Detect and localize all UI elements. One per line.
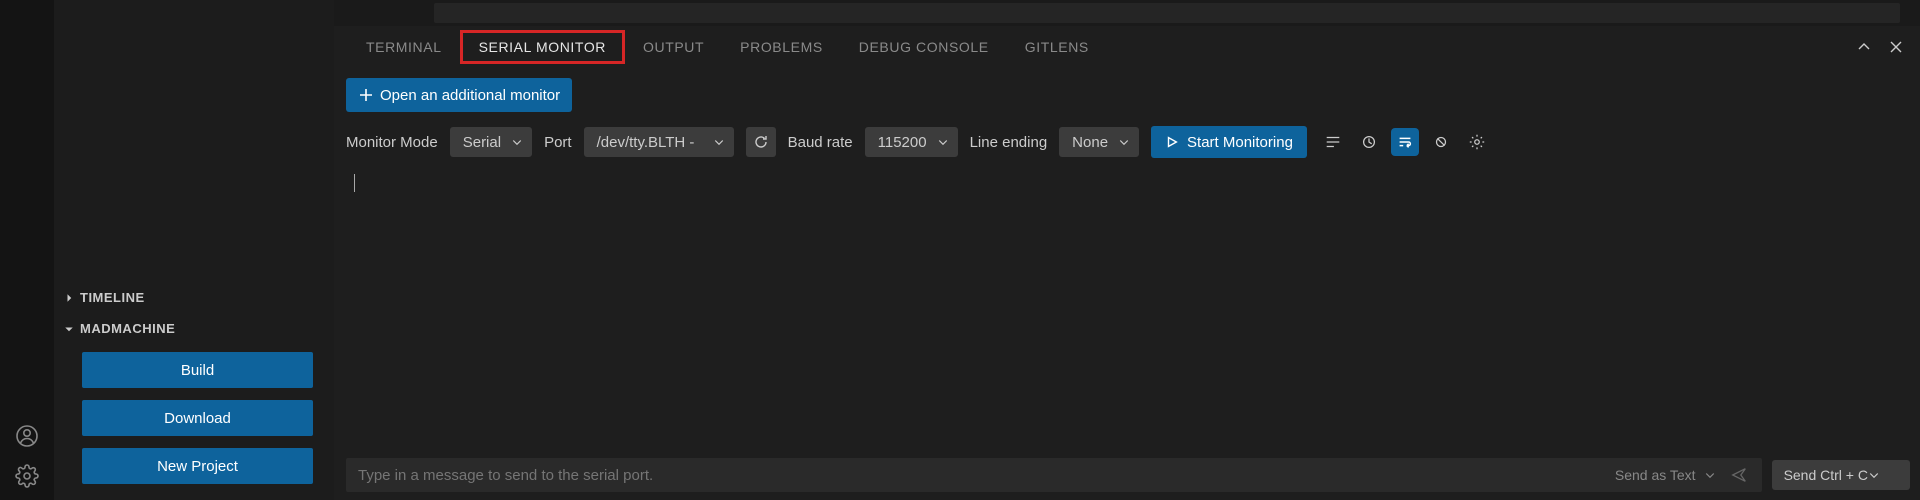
chevron-down-icon: [62, 322, 76, 336]
line-ending-value: None: [1072, 134, 1108, 151]
monitor-mode-label: Monitor Mode: [346, 134, 438, 151]
gear-icon[interactable]: [13, 462, 41, 490]
toggle-wrap-icon[interactable]: [1391, 128, 1419, 156]
serial-monitor-toolbar-top: Open an additional monitor: [334, 68, 1920, 120]
editor-area: [334, 0, 1920, 26]
tab-problems[interactable]: PROBLEMS: [722, 31, 841, 63]
madmachine-buttons: Build Download New Project: [54, 340, 333, 496]
serial-monitor-controls: Monitor Mode Serial Port /dev/tty.BLTH -…: [334, 120, 1920, 170]
baud-select[interactable]: 115200: [865, 127, 958, 157]
monitor-mode-value: Serial: [463, 134, 501, 151]
send-ctrl-c-button[interactable]: Send Ctrl + C: [1772, 460, 1910, 490]
text-cursor: [354, 174, 355, 192]
panel-maximize-icon[interactable]: [1854, 37, 1874, 57]
line-ending-label: Line ending: [970, 134, 1048, 151]
timeline-header[interactable]: TIMELINE: [54, 286, 333, 309]
tab-terminal[interactable]: TERMINAL: [348, 31, 460, 63]
port-label: Port: [544, 134, 572, 151]
start-monitoring-label: Start Monitoring: [1187, 134, 1293, 151]
new-project-button[interactable]: New Project: [82, 448, 313, 484]
chevron-down-icon: [511, 136, 523, 148]
port-select[interactable]: /dev/tty.BLTH -: [584, 127, 734, 157]
chevron-right-icon: [62, 291, 76, 305]
panel-tab-actions: [1854, 37, 1906, 57]
madmachine-label: MADMACHINE: [80, 321, 175, 336]
monitor-mode-select[interactable]: Serial: [450, 127, 532, 157]
chevron-down-icon: [713, 136, 725, 148]
message-input[interactable]: [358, 467, 1615, 484]
play-icon: [1165, 135, 1179, 149]
port-value: /dev/tty.BLTH -: [597, 134, 695, 151]
serial-input-row: Send as Text Send Ctrl + C: [334, 450, 1920, 500]
chevron-down-icon: [1118, 136, 1130, 148]
open-additional-monitor-label: Open an additional monitor: [380, 87, 560, 104]
refresh-port-button[interactable]: [746, 127, 776, 157]
download-button[interactable]: Download: [82, 400, 313, 436]
build-button[interactable]: Build: [82, 352, 313, 388]
baud-label: Baud rate: [788, 134, 853, 151]
line-ending-select[interactable]: None: [1059, 127, 1139, 157]
clear-output-icon[interactable]: [1427, 128, 1455, 156]
serial-monitor-icon-row: [1319, 128, 1491, 156]
accounts-icon[interactable]: [13, 422, 41, 450]
main-panel: TERMINAL SERIAL MONITOR OUTPUT PROBLEMS …: [334, 0, 1920, 500]
message-input-wrap: Send as Text: [346, 458, 1762, 492]
sidebar-section-madmachine: MADMACHINE Build Download New Project: [54, 313, 333, 500]
serial-output-area[interactable]: [334, 170, 1920, 450]
plus-icon: [358, 87, 374, 103]
editor-tab-strip: [434, 3, 1900, 23]
activity-bar: [0, 0, 54, 500]
send-icon[interactable]: [1728, 464, 1750, 486]
sidebar: TIMELINE MADMACHINE Build Download New P…: [54, 0, 334, 500]
start-monitoring-button[interactable]: Start Monitoring: [1151, 126, 1307, 158]
tab-serial-monitor[interactable]: SERIAL MONITOR: [460, 30, 625, 64]
toggle-autoscroll-icon[interactable]: [1319, 128, 1347, 156]
toggle-timestamp-icon[interactable]: [1355, 128, 1383, 156]
tab-output[interactable]: OUTPUT: [625, 31, 722, 63]
chevron-down-icon: [937, 136, 949, 148]
send-ctrl-label: Send Ctrl + C: [1784, 467, 1868, 483]
tab-debug-console[interactable]: DEBUG CONSOLE: [841, 31, 1007, 63]
settings-icon[interactable]: [1463, 128, 1491, 156]
tab-gitlens[interactable]: GITLENS: [1007, 31, 1107, 63]
madmachine-header[interactable]: MADMACHINE: [54, 317, 333, 340]
panel-close-icon[interactable]: [1886, 37, 1906, 57]
panel-tabs: TERMINAL SERIAL MONITOR OUTPUT PROBLEMS …: [334, 26, 1920, 68]
baud-value: 115200: [878, 134, 927, 151]
send-as-mode[interactable]: Send as Text: [1615, 467, 1716, 483]
sidebar-section-timeline: TIMELINE: [54, 282, 333, 313]
open-additional-monitor-button[interactable]: Open an additional monitor: [346, 78, 572, 112]
timeline-label: TIMELINE: [80, 290, 145, 305]
send-as-label: Send as Text: [1615, 467, 1696, 483]
chevron-down-icon: [1868, 469, 1880, 481]
